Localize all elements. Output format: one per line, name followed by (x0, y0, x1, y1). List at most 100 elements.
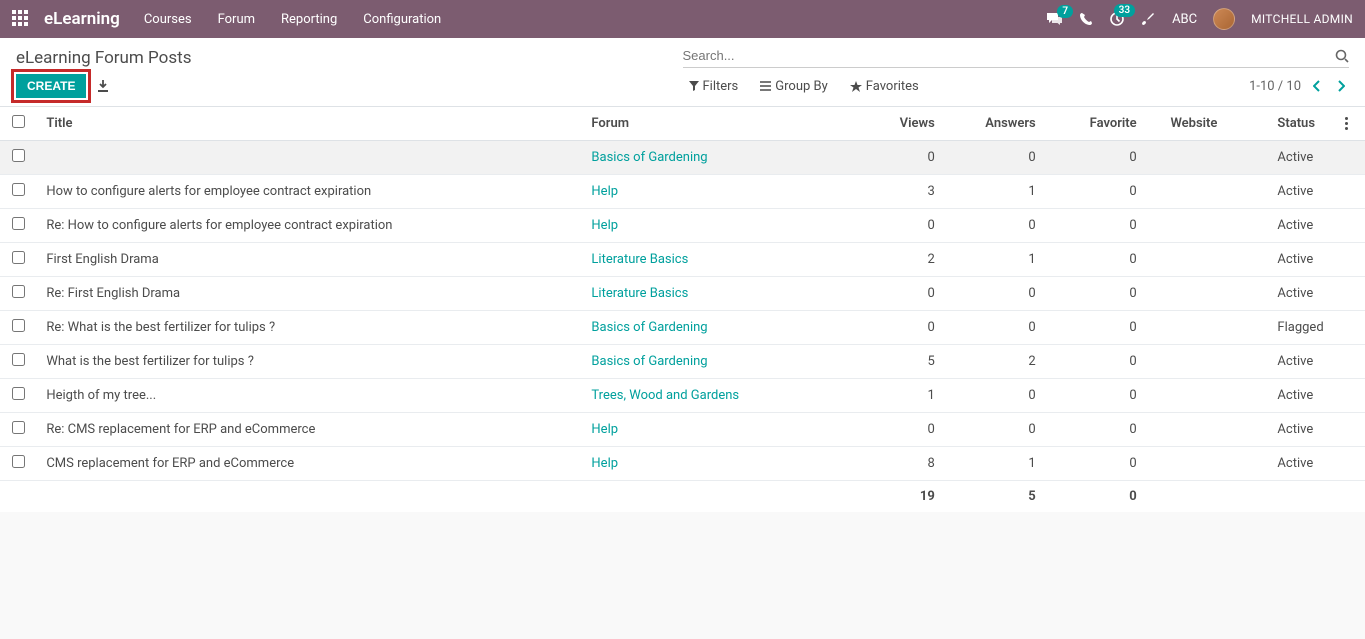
cell-forum[interactable]: Trees, Wood and Gardens (591, 388, 739, 403)
row-checkbox[interactable] (12, 353, 25, 366)
cell-website (1147, 345, 1228, 379)
table-row[interactable]: First English DramaLiterature Basics210A… (0, 243, 1365, 277)
cell-views: 0 (844, 277, 945, 311)
cell-status: Active (1227, 175, 1334, 209)
row-checkbox[interactable] (12, 421, 25, 434)
cell-website (1147, 243, 1228, 277)
col-forum[interactable]: Forum (581, 107, 843, 141)
col-website[interactable]: Website (1147, 107, 1228, 141)
row-checkbox[interactable] (12, 285, 25, 298)
top-navbar: eLearning Courses Forum Reporting Config… (0, 0, 1365, 38)
cell-website (1147, 209, 1228, 243)
apps-icon[interactable] (12, 10, 30, 28)
cell-status: Active (1227, 277, 1334, 311)
user-name[interactable]: MITCHELL ADMIN (1251, 12, 1353, 26)
cell-website (1147, 413, 1228, 447)
row-checkbox[interactable] (12, 387, 25, 400)
cell-answers: 2 (945, 345, 1046, 379)
cell-favorite: 0 (1046, 141, 1147, 175)
col-answers[interactable]: Answers (945, 107, 1046, 141)
activity-badge: 33 (1114, 4, 1135, 17)
col-favorite[interactable]: Favorite (1046, 107, 1147, 141)
cell-website (1147, 277, 1228, 311)
pager-prev[interactable] (1309, 80, 1325, 92)
col-views[interactable]: Views (844, 107, 945, 141)
cell-favorite: 0 (1046, 311, 1147, 345)
cell-forum[interactable]: Basics of Gardening (591, 150, 707, 165)
cell-forum[interactable]: Basics of Gardening (591, 354, 707, 369)
table-row[interactable]: Re: CMS replacement for ERP and eCommerc… (0, 413, 1365, 447)
control-panel: eLearning Forum Posts Create Filters (0, 38, 1365, 107)
table-row[interactable]: Re: What is the best fertilizer for tuli… (0, 311, 1365, 345)
col-title[interactable]: Title (36, 107, 581, 141)
nav-menu-configuration[interactable]: Configuration (363, 12, 441, 27)
table-row[interactable]: What is the best fertilizer for tulips ?… (0, 345, 1365, 379)
cell-title: Re: CMS replacement for ERP and eCommerc… (36, 413, 581, 447)
nav-menu-forum[interactable]: Forum (218, 12, 255, 27)
cell-favorite: 0 (1046, 175, 1147, 209)
row-checkbox[interactable] (12, 319, 25, 332)
cell-answers: 0 (945, 413, 1046, 447)
download-icon[interactable] (96, 79, 110, 93)
cell-forum[interactable]: Help (591, 218, 618, 233)
create-button[interactable]: Create (16, 74, 86, 98)
cell-forum[interactable]: Help (591, 184, 618, 199)
pager-text[interactable]: 1-10 / 10 (1249, 79, 1301, 94)
cell-forum[interactable]: Basics of Gardening (591, 320, 707, 335)
cell-views: 0 (844, 141, 945, 175)
chat-icon[interactable]: 7 (1046, 12, 1063, 27)
cell-title (36, 141, 581, 175)
table-footer: 19 5 0 (0, 481, 1365, 513)
cell-status: Active (1227, 243, 1334, 277)
table-row[interactable]: Heigth of my tree...Trees, Wood and Gard… (0, 379, 1365, 413)
cell-forum[interactable]: Help (591, 456, 618, 471)
filters-button[interactable]: Filters (689, 79, 739, 94)
cell-forum[interactable]: Help (591, 422, 618, 437)
row-checkbox[interactable] (12, 251, 25, 264)
breadcrumb: eLearning Forum Posts (16, 48, 683, 68)
cell-favorite: 0 (1046, 209, 1147, 243)
cell-status: Active (1227, 209, 1334, 243)
col-status[interactable]: Status (1227, 107, 1334, 141)
cell-title: First English Drama (36, 243, 581, 277)
table-row[interactable]: Re: How to configure alerts for employee… (0, 209, 1365, 243)
select-all-checkbox[interactable] (12, 115, 25, 128)
cell-website (1147, 447, 1228, 481)
nav-menu-courses[interactable]: Courses (144, 12, 192, 27)
activity-icon[interactable]: 33 (1109, 11, 1125, 27)
table-row[interactable]: Re: First English Drama Literature Basics… (0, 277, 1365, 311)
cell-forum[interactable]: Literature Basics (591, 252, 688, 267)
cell-answers: 0 (945, 209, 1046, 243)
search-icon[interactable] (1335, 49, 1349, 63)
cell-title: Re: First English Drama (36, 277, 581, 311)
group-by-button[interactable]: Group By (760, 79, 828, 94)
favorites-button[interactable]: Favorites (850, 79, 919, 94)
cell-title: Re: How to configure alerts for employee… (36, 209, 581, 243)
chat-badge: 7 (1057, 5, 1073, 18)
cell-title: CMS replacement for ERP and eCommerce (36, 447, 581, 481)
table-row[interactable]: CMS replacement for ERP and eCommerce Hel… (0, 447, 1365, 481)
phone-icon[interactable] (1079, 12, 1093, 26)
cell-favorite: 0 (1046, 413, 1147, 447)
cell-views: 3 (844, 175, 945, 209)
avatar[interactable] (1213, 8, 1235, 30)
row-checkbox[interactable] (12, 149, 25, 162)
search-bar[interactable] (683, 48, 1350, 68)
search-input[interactable] (683, 48, 1336, 63)
cell-forum[interactable]: Literature Basics (591, 286, 688, 301)
col-options-icon[interactable] (1335, 107, 1365, 141)
cell-website (1147, 379, 1228, 413)
nav-menu-reporting[interactable]: Reporting (281, 12, 337, 27)
row-checkbox[interactable] (12, 183, 25, 196)
tools-icon[interactable] (1141, 12, 1156, 27)
pager: 1-10 / 10 (1249, 79, 1349, 94)
cell-answers: 1 (945, 447, 1046, 481)
company-switcher[interactable]: ABC (1172, 12, 1197, 27)
row-checkbox[interactable] (12, 217, 25, 230)
cell-title: Re: What is the best fertilizer for tuli… (36, 311, 581, 345)
table-row[interactable]: Basics of Gardening000Active (0, 141, 1365, 175)
row-checkbox[interactable] (12, 455, 25, 468)
brand-title[interactable]: eLearning (44, 9, 120, 29)
table-row[interactable]: How to configure alerts for employee con… (0, 175, 1365, 209)
pager-next[interactable] (1333, 80, 1349, 92)
